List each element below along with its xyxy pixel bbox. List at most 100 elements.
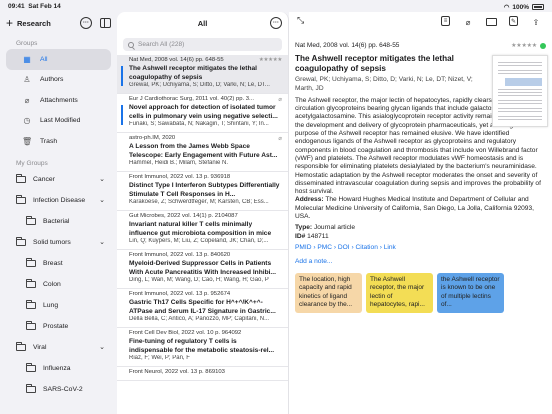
edit-icon[interactable]: ✎ bbox=[509, 16, 518, 26]
chevron-down-icon[interactable]: ⌄ bbox=[99, 238, 105, 246]
link-pmid[interactable]: PMID bbox=[295, 244, 311, 251]
link-pmc[interactable]: PMC bbox=[317, 244, 332, 251]
trash-icon: 🗑 bbox=[22, 136, 33, 146]
paperclip-icon[interactable]: ⌀ bbox=[462, 16, 474, 28]
address-label: Address: bbox=[295, 196, 324, 204]
detail-meta-row: Nat Med, 2008 vol. 14(6) pp. 648-55 ★★★★… bbox=[295, 42, 546, 50]
sidebar-item-label: All bbox=[40, 55, 48, 63]
detail-id: ID# 148711 bbox=[295, 233, 547, 241]
link-link[interactable]: Link bbox=[384, 244, 396, 251]
list-item-authors: Hammel, Heidi B.; Milam, Stefanie N. bbox=[129, 160, 229, 166]
folder-icon bbox=[26, 320, 36, 330]
pdf-thumbnail[interactable] bbox=[492, 55, 548, 127]
chevron-down-icon[interactable]: ⌄ bbox=[99, 175, 105, 183]
link-citation[interactable]: Citation bbox=[356, 244, 378, 251]
sidebar-item-attachments[interactable]: ⌀ Attachments bbox=[6, 90, 111, 111]
rating-stars[interactable]: ★★★★★ bbox=[511, 42, 537, 50]
search-icon bbox=[128, 41, 134, 48]
sidebar-item-trash[interactable]: 🗑 Trash bbox=[6, 131, 111, 152]
folder-icon bbox=[16, 194, 26, 204]
link-doi[interactable]: DOI bbox=[338, 244, 350, 251]
folder-icon bbox=[16, 341, 26, 351]
list-item-authors: Funaki, S; Sawabata, N; Nakagiri, T; Shi… bbox=[129, 121, 269, 127]
collection-colon[interactable]: Colon bbox=[0, 274, 117, 295]
collection-label: Viral bbox=[33, 343, 47, 351]
folder-icon bbox=[26, 215, 36, 225]
list-item-title: Distinct Type I Interferon Subtypes Diff… bbox=[129, 182, 280, 198]
collection-label: Colon bbox=[43, 280, 61, 288]
list-item-meta: Front Immunol, 2022 vol. 13 p. 840620 bbox=[129, 252, 282, 260]
collection-influenza[interactable]: Influenza bbox=[0, 358, 117, 379]
highlight-card[interactable]: the Ashwell receptor is known to be one … bbox=[437, 272, 504, 313]
list-title: All bbox=[197, 18, 208, 28]
detail-pane: ⤡ ≡ ⌀ ✎ ⇪ Nat Med, 2008 vol. 14(6) pp. 6… bbox=[289, 12, 552, 414]
list-item-journal: astro-ph.IM, 2020 bbox=[129, 135, 176, 141]
collection-bacterial[interactable]: Bacterial bbox=[0, 211, 117, 232]
list-item-authors: Della Bella, C; Antico, A; Panozzo, MP; … bbox=[129, 316, 270, 322]
battery-percent: 100% bbox=[512, 3, 529, 11]
list-item[interactable]: Front Immunol, 2022 vol. 13 p. 952674 Gas… bbox=[117, 289, 288, 328]
document-list-pane: All ··· Search All (228) Nat Med, 2008 v… bbox=[117, 12, 289, 414]
collection-sars-cov-2[interactable]: SARS-CoV-2 bbox=[0, 379, 117, 400]
unread-indicator bbox=[121, 105, 123, 125]
list-more-icon[interactable]: ··· bbox=[270, 17, 282, 29]
sidebar-item-label: Last Modified bbox=[40, 117, 81, 125]
list-header: All ··· bbox=[117, 12, 288, 34]
list-item-authors: Riaz, F; Wei, P; Pan, F bbox=[129, 355, 190, 361]
expand-icon[interactable]: ⤡ bbox=[297, 15, 304, 26]
list-item-meta: Front Immunol, 2022 vol. 13 p. 952674 bbox=[129, 291, 282, 299]
clock-icon: ◷ bbox=[23, 116, 31, 126]
folder-icon bbox=[26, 383, 36, 393]
list-item-meta: Nat Med, 2008 vol. 14(6) pp. 648-55 ★★★★★ bbox=[129, 57, 282, 65]
collection-label: SARS-CoV-2 bbox=[43, 385, 83, 393]
list-item[interactable]: astro-ph.IM, 2020 ⌀ A Lesson from the Jame… bbox=[117, 133, 288, 172]
detail-address: Address: The Howard Hughes Medical Insti… bbox=[295, 196, 547, 221]
nav-list: ▦ All ♙ Authors ⌀ Attachments ◷ Last Modified 🗑 T… bbox=[0, 49, 117, 152]
chevron-down-icon[interactable]: ⌄ bbox=[99, 196, 105, 204]
list-item[interactable]: Front Immunol, 2022 vol. 13 p. 936918 Dis… bbox=[117, 172, 288, 211]
sidebar-toggle-icon[interactable] bbox=[100, 18, 111, 28]
share-icon[interactable]: ⇪ bbox=[530, 16, 542, 28]
chevron-down-icon[interactable]: ⌄ bbox=[99, 343, 105, 351]
list-item-journal: Front Immunol, 2022 vol. 13 p. 840620 bbox=[129, 252, 231, 258]
library-icon: ▦ bbox=[23, 54, 31, 64]
list-item-journal: Front Cell Dev Biol, 2022 vol. 10 p. 964… bbox=[129, 330, 242, 336]
highlight-card[interactable]: The location, high capacity and rapid ki… bbox=[295, 272, 362, 313]
more-icon[interactable]: ··· bbox=[80, 17, 92, 29]
add-icon[interactable]: + bbox=[6, 17, 13, 29]
collection-viral[interactable]: Viral ⌄ bbox=[0, 337, 117, 358]
collection-solid-tumors[interactable]: Solid tumors ⌄ bbox=[0, 232, 117, 253]
folder-icon[interactable] bbox=[486, 18, 497, 26]
status-time-date: 09:41 Sat Feb 14 bbox=[8, 3, 61, 10]
folder-icon bbox=[16, 236, 26, 246]
list-item[interactable]: Gut Microbes, 2022 vol. 14(1) p. 2104087… bbox=[117, 211, 288, 250]
sidebar: + Research ··· Groups ▦ All ♙ Authors ⌀ Attac… bbox=[0, 12, 117, 414]
collection-label: Infection Disease bbox=[33, 196, 86, 204]
list-item-title: Myeloid-Derived Suppressor Cells in Pati… bbox=[129, 260, 276, 276]
sidebar-header: + Research ··· bbox=[0, 12, 117, 34]
collection-prostate[interactable]: Prostate bbox=[0, 316, 117, 337]
sidebar-item-last-modified[interactable]: ◷ Last Modified bbox=[6, 111, 111, 132]
status-time: 09:41 bbox=[8, 3, 25, 10]
list-item[interactable]: Front Immunol, 2022 vol. 13 p. 840620 Mye… bbox=[117, 250, 288, 289]
list-item[interactable]: Nat Med, 2008 vol. 14(6) pp. 648-55 ★★★★★… bbox=[117, 55, 288, 94]
folder-icon bbox=[16, 173, 26, 183]
highlight-card[interactable]: The Ashwell receptor, the major lectin o… bbox=[366, 272, 433, 313]
search-input[interactable]: Search All (228) bbox=[123, 38, 282, 51]
collection-cancer[interactable]: Cancer ⌄ bbox=[0, 169, 117, 190]
add-note-link[interactable]: Add a note... bbox=[295, 258, 547, 266]
list-item-authors: Lin, Q; Kuypers, M; Liu, Z; Copeland, JK… bbox=[129, 238, 269, 244]
rating-stars: ★★★★★ bbox=[258, 57, 282, 63]
list-item-journal: Front Neurol, 2022 vol. 13 p. 869103 bbox=[129, 369, 225, 375]
collection-infection-disease[interactable]: Infection Disease ⌄ bbox=[0, 190, 117, 211]
id-value: 148711 bbox=[307, 232, 329, 240]
list-item[interactable]: Front Cell Dev Biol, 2022 vol. 10 p. 964… bbox=[117, 328, 288, 367]
list-item[interactable]: Eur J Cardiothorac Surg, 2011 vol. 40(2)… bbox=[117, 94, 288, 133]
reader-icon[interactable]: ≡ bbox=[441, 16, 450, 26]
list-item[interactable]: Front Neurol, 2022 vol. 13 p. 869103 bbox=[117, 367, 288, 381]
collection-breast[interactable]: Breast bbox=[0, 253, 117, 274]
sidebar-item-all[interactable]: ▦ All bbox=[6, 49, 111, 70]
collection-lung[interactable]: Lung bbox=[0, 295, 117, 316]
sidebar-item-authors[interactable]: ♙ Authors bbox=[6, 70, 111, 91]
collection-label: Bacterial bbox=[43, 217, 70, 225]
